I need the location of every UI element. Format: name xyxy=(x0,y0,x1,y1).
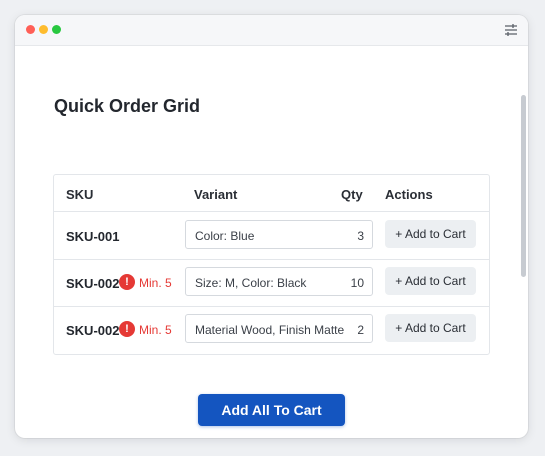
app-window: Quick Order Grid SKU Variant Qty Actions… xyxy=(15,15,528,438)
sku-label: SKU-002 xyxy=(66,323,120,338)
min-quantity-warning: Min. 5 xyxy=(139,323,172,337)
qty-value: 2 xyxy=(357,323,364,337)
warning-icon: ! xyxy=(119,321,135,337)
variant-qty-input[interactable]: Material Wood, Finish Matte 2 xyxy=(185,314,373,343)
variant-qty-input[interactable]: Color: Blue 3 xyxy=(185,220,373,249)
sku-column-header: SKU xyxy=(66,187,94,202)
add-all-to-cart-button[interactable]: Add All To Cart xyxy=(198,394,345,426)
page-title: Quick Order Grid xyxy=(54,96,201,116)
qty-column-header: Qty xyxy=(341,187,363,202)
add-to-cart-button[interactable]: + Add to Cart xyxy=(385,314,476,342)
sku-label: SKU-001 xyxy=(66,229,120,244)
sliders-icon[interactable] xyxy=(504,23,518,37)
table-row: SKU-001 Color: Blue 3 + Add to Cart xyxy=(54,212,489,260)
warning-icon: ! xyxy=(119,274,135,290)
close-window-button[interactable] xyxy=(26,25,35,34)
variant-qty-input[interactable]: Size: M, Color: Black 10 xyxy=(185,267,373,296)
qty-value: 10 xyxy=(350,276,364,290)
variant-value: Size: M, Color: Black xyxy=(195,276,307,290)
add-to-cart-button[interactable]: + Add to Cart xyxy=(385,267,476,295)
title-bar xyxy=(15,15,528,46)
variant-value: Color: Blue xyxy=(195,229,255,243)
table-row: SKU-002 ! Min. 5 Material Wood, Finish M… xyxy=(54,306,489,353)
variant-column-header: Variant xyxy=(194,187,238,202)
main-content: Quick Order Grid SKU Variant Qty Actions… xyxy=(15,46,528,438)
table-row: SKU-002 ! Min. 5 Size: M, Color: Black 1… xyxy=(54,259,489,307)
actions-column-header: Actions xyxy=(385,187,433,202)
min-quantity-warning: Min. 5 xyxy=(139,276,172,290)
qty-value: 3 xyxy=(357,229,364,243)
minimize-window-button[interactable] xyxy=(39,25,48,34)
maximize-window-button[interactable] xyxy=(52,25,61,34)
sku-label: SKU-002 xyxy=(66,276,120,291)
grid-header-row: SKU Variant Qty Actions xyxy=(54,175,489,212)
order-grid: SKU Variant Qty Actions SKU-001 Color: B… xyxy=(53,174,490,355)
vertical-scrollbar[interactable] xyxy=(521,95,526,277)
variant-value: Material Wood, Finish Matte xyxy=(195,323,345,337)
add-to-cart-button[interactable]: + Add to Cart xyxy=(385,220,476,248)
